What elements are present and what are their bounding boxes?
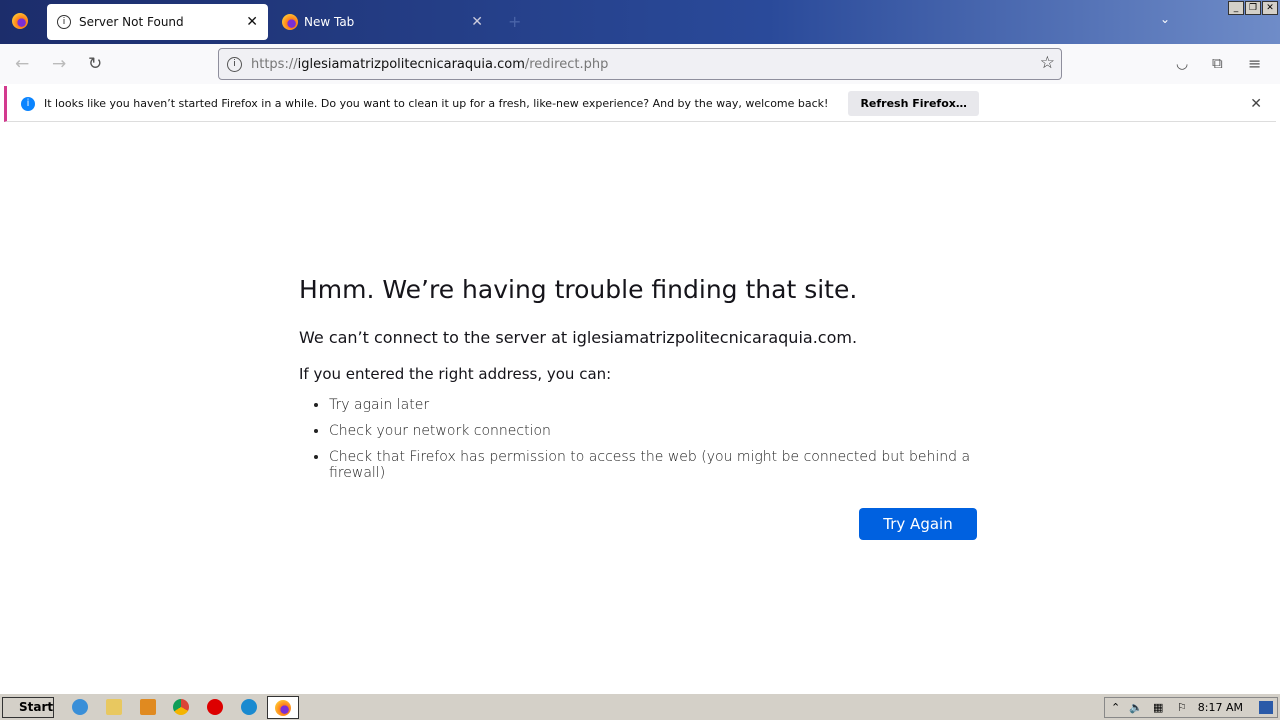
media-player-icon[interactable] xyxy=(140,699,156,715)
error-title: Hmm. We’re having trouble finding that s… xyxy=(299,275,858,304)
extensions-icon[interactable]: ⧉ xyxy=(1212,54,1223,72)
close-tab-icon[interactable]: ✕ xyxy=(471,14,483,30)
pocket-icon[interactable]: ◡ xyxy=(1176,56,1188,72)
firefox-taskbar-button[interactable] xyxy=(267,696,299,719)
tab-title: New Tab xyxy=(304,15,355,29)
list-item: Try again later xyxy=(329,397,989,413)
menu-icon[interactable]: ≡ xyxy=(1248,54,1261,73)
url-bar[interactable]: i https://iglesiamatrizpolitecnicaraquia… xyxy=(218,48,1062,80)
notification-bar: i It looks like you haven’t started Fire… xyxy=(4,86,1276,122)
error-message: We can’t connect to the server at iglesi… xyxy=(299,328,858,347)
minimize-button[interactable]: _ xyxy=(1228,1,1244,15)
show-desktop-icon[interactable] xyxy=(1259,701,1273,714)
firefox-icon xyxy=(282,14,298,30)
list-item: Check that Firefox has permission to acc… xyxy=(329,449,989,481)
list-tabs-chevron-icon[interactable]: ⌄ xyxy=(1160,12,1170,26)
refresh-firefox-button[interactable]: Refresh Firefox… xyxy=(848,91,979,116)
url-scheme: https:// xyxy=(251,56,298,72)
start-button[interactable]: Start xyxy=(2,697,54,718)
try-again-button[interactable]: Try Again xyxy=(859,508,977,540)
opera-icon[interactable] xyxy=(207,699,223,715)
error-page: Hmm. We’re having trouble finding that s… xyxy=(299,275,989,491)
system-tray: ⌃ 🔈 ▦ ⚐ 8:17 AM xyxy=(1104,697,1278,718)
firefox-menu-icon[interactable] xyxy=(12,13,28,29)
tray-expand-icon[interactable]: ⌃ xyxy=(1111,698,1120,717)
bookmark-star-icon[interactable]: ☆ xyxy=(1040,53,1055,73)
url-host: iglesiamatrizpolitecnicaraquia.com xyxy=(297,56,525,72)
forward-icon[interactable]: → xyxy=(52,54,66,74)
network-icon[interactable]: ▦ xyxy=(1153,698,1163,717)
tab-bar: i Server Not Found ✕ New Tab ✕ + ⌄ _ ❐ ✕ xyxy=(0,0,1280,44)
back-icon[interactable]: ← xyxy=(15,54,29,74)
info-icon: i xyxy=(57,15,71,29)
info-icon: i xyxy=(21,96,35,111)
suggestion-list: Try again later Check your network conne… xyxy=(329,397,989,481)
firefox-icon xyxy=(275,700,291,716)
tab-new-tab[interactable]: New Tab ✕ xyxy=(272,4,493,40)
site-info-icon[interactable]: i xyxy=(227,57,242,72)
tab-title: Server Not Found xyxy=(79,15,184,29)
close-tab-icon[interactable]: ✕ xyxy=(246,14,258,30)
clock[interactable]: 8:17 AM xyxy=(1198,698,1243,717)
flag-icon[interactable]: ⚐ xyxy=(1177,698,1187,717)
taskbar: Start ⌃ 🔈 ▦ ⚐ 8:17 AM xyxy=(0,692,1280,720)
notification-text: It looks like you haven’t started Firefo… xyxy=(44,97,829,110)
start-label: Start xyxy=(19,700,54,714)
edge-icon[interactable] xyxy=(241,699,257,715)
ie-icon[interactable] xyxy=(72,699,88,715)
list-item: Check your network connection xyxy=(329,423,989,439)
new-tab-plus-icon[interactable]: + xyxy=(508,12,521,31)
explorer-icon[interactable] xyxy=(106,699,122,715)
url-path: /redirect.php xyxy=(524,56,609,72)
tab-server-not-found[interactable]: i Server Not Found ✕ xyxy=(47,4,268,40)
close-notification-icon[interactable]: ✕ xyxy=(1250,96,1262,112)
volume-icon[interactable]: 🔈 xyxy=(1129,698,1143,717)
reload-icon[interactable]: ↻ xyxy=(88,54,102,74)
chrome-icon[interactable] xyxy=(173,699,189,715)
restore-button[interactable]: ❐ xyxy=(1245,1,1261,15)
error-subtitle: If you entered the right address, you ca… xyxy=(299,365,612,383)
close-window-button[interactable]: ✕ xyxy=(1262,1,1278,15)
nav-bar: ← → ↻ i https://iglesiamatrizpolitecnica… xyxy=(0,44,1280,84)
